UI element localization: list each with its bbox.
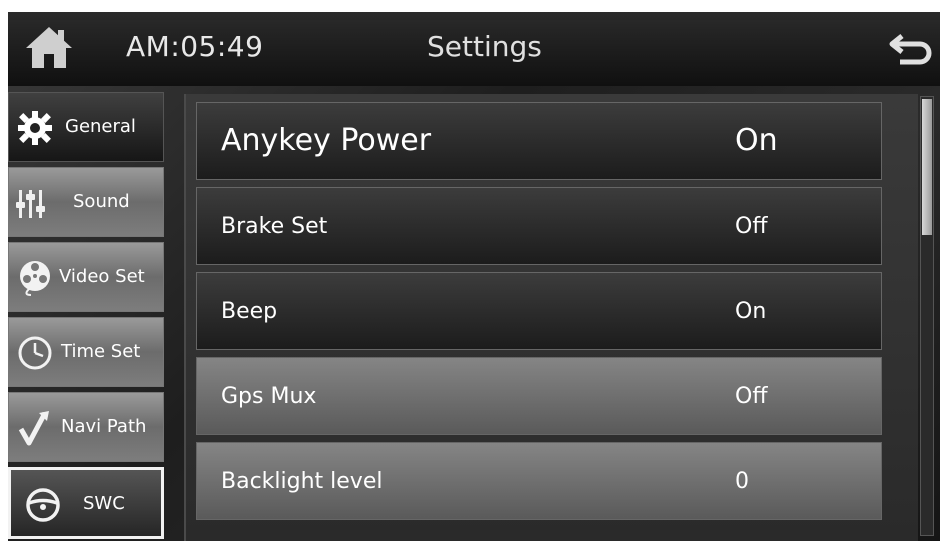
setting-label: Anykey Power [221,123,432,158]
sidebar-item-swc[interactable]: SWC [8,467,164,539]
setting-value: 0 [735,469,749,494]
setting-row-beep[interactable]: Beep On [196,272,882,350]
settings-list: Anykey Power On Brake Set Off Beep On Gp… [184,94,918,541]
film-reel-icon [20,261,50,296]
setting-row-brake-set[interactable]: Brake Set Off [196,187,882,265]
sidebar-item-general[interactable]: General [8,92,164,162]
scrollbar[interactable] [920,96,934,536]
clock-display: AM:05:49 [126,30,264,63]
setting-label: Beep [221,299,278,324]
home-icon[interactable] [24,24,74,70]
setting-value: Off [735,384,768,409]
sidebar-item-label: SWC [83,493,125,514]
sidebar-item-sound[interactable]: Sound [8,167,164,237]
back-icon[interactable] [888,30,934,66]
head-unit-screen: AM:05:49 Settings General Sound Video Se… [8,12,940,541]
setting-label: Brake Set [221,214,328,239]
scrollbar-thumb[interactable] [922,99,932,235]
top-bar: AM:05:49 Settings [8,12,940,86]
equalizer-icon [16,190,45,218]
steering-wheel-icon [26,488,60,522]
gear-icon [18,111,52,145]
sidebar-item-video-set[interactable]: Video Set [8,242,164,312]
route-arrow-icon [18,411,49,446]
setting-row-backlight-level[interactable]: Backlight level 0 [196,442,882,520]
setting-row-anykey-power[interactable]: Anykey Power On [196,102,882,180]
setting-label: Gps Mux [221,384,317,409]
sidebar-item-time-set[interactable]: Time Set [8,317,164,387]
sidebar-item-label: Sound [73,191,130,212]
sidebar-item-label: Time Set [61,341,141,362]
setting-value: On [735,299,767,324]
page-title: Settings [427,30,542,63]
sidebar-item-label: Video Set [59,266,145,287]
setting-value: Off [735,214,768,239]
sidebar-item-label: Navi Path [61,416,147,437]
sidebar-item-navi-path[interactable]: Navi Path [8,392,164,462]
setting-row-gps-mux[interactable]: Gps Mux Off [196,357,882,435]
clock-icon [18,336,52,370]
setting-label: Backlight level [221,469,383,494]
sidebar-item-label: General [65,116,136,137]
setting-value: On [735,123,778,158]
